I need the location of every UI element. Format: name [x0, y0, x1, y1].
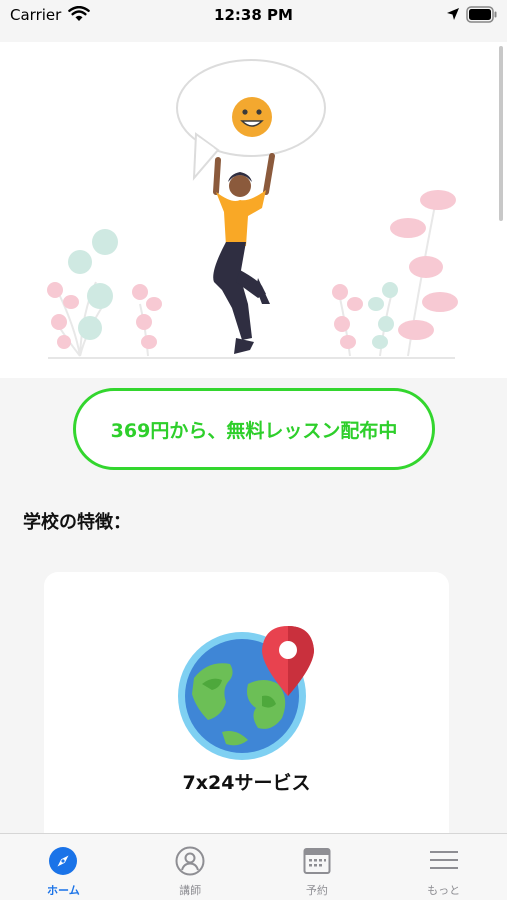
tab-home[interactable]: ホーム [0, 834, 127, 900]
speech-bubble-icon [176, 59, 326, 181]
promo-label: 369円から、無料レッスン配布中 [110, 419, 398, 442]
plant-right-icon [332, 190, 458, 357]
tab-booking[interactable]: 予約 [254, 834, 381, 900]
hero-illustration [0, 42, 507, 378]
tab-more-label: もっと [427, 884, 461, 897]
promo-button[interactable]: 369円から、無料レッスン配布中 [73, 388, 435, 470]
menu-icon [429, 851, 458, 869]
tab-teachers[interactable]: 講師 [127, 834, 254, 900]
feature-label: 7x24サービス [182, 772, 311, 794]
status-bar: Carrier 12:38 PM [0, 0, 507, 42]
clock: 12:38 PM [214, 6, 293, 24]
tab-bar: ホーム 講師 予約 もっと [0, 833, 507, 900]
app-screen: Carrier 12:38 PM 369円から、無料レッスン配布中 学校の特徴：… [0, 0, 507, 900]
tab-home-label: ホーム [47, 884, 80, 897]
tab-booking-label: 予約 [305, 884, 328, 897]
globe-location-pin-icon [178, 626, 314, 760]
hero-art [47, 59, 458, 359]
person-icon [175, 846, 205, 876]
location-arrow-icon [447, 8, 459, 20]
person-illustration-icon [213, 153, 275, 354]
plant-left-icon [47, 229, 162, 357]
section-title: 学校の特徴： [23, 512, 131, 533]
compass-icon [49, 847, 78, 875]
tab-teachers-label: 講師 [179, 884, 202, 897]
battery-icon [466, 6, 497, 23]
scroll-indicator[interactable] [499, 46, 503, 221]
calendar-icon [303, 848, 331, 874]
feature-card[interactable]: 7x24サービス [44, 572, 449, 862]
tab-more[interactable]: もっと [380, 834, 507, 900]
